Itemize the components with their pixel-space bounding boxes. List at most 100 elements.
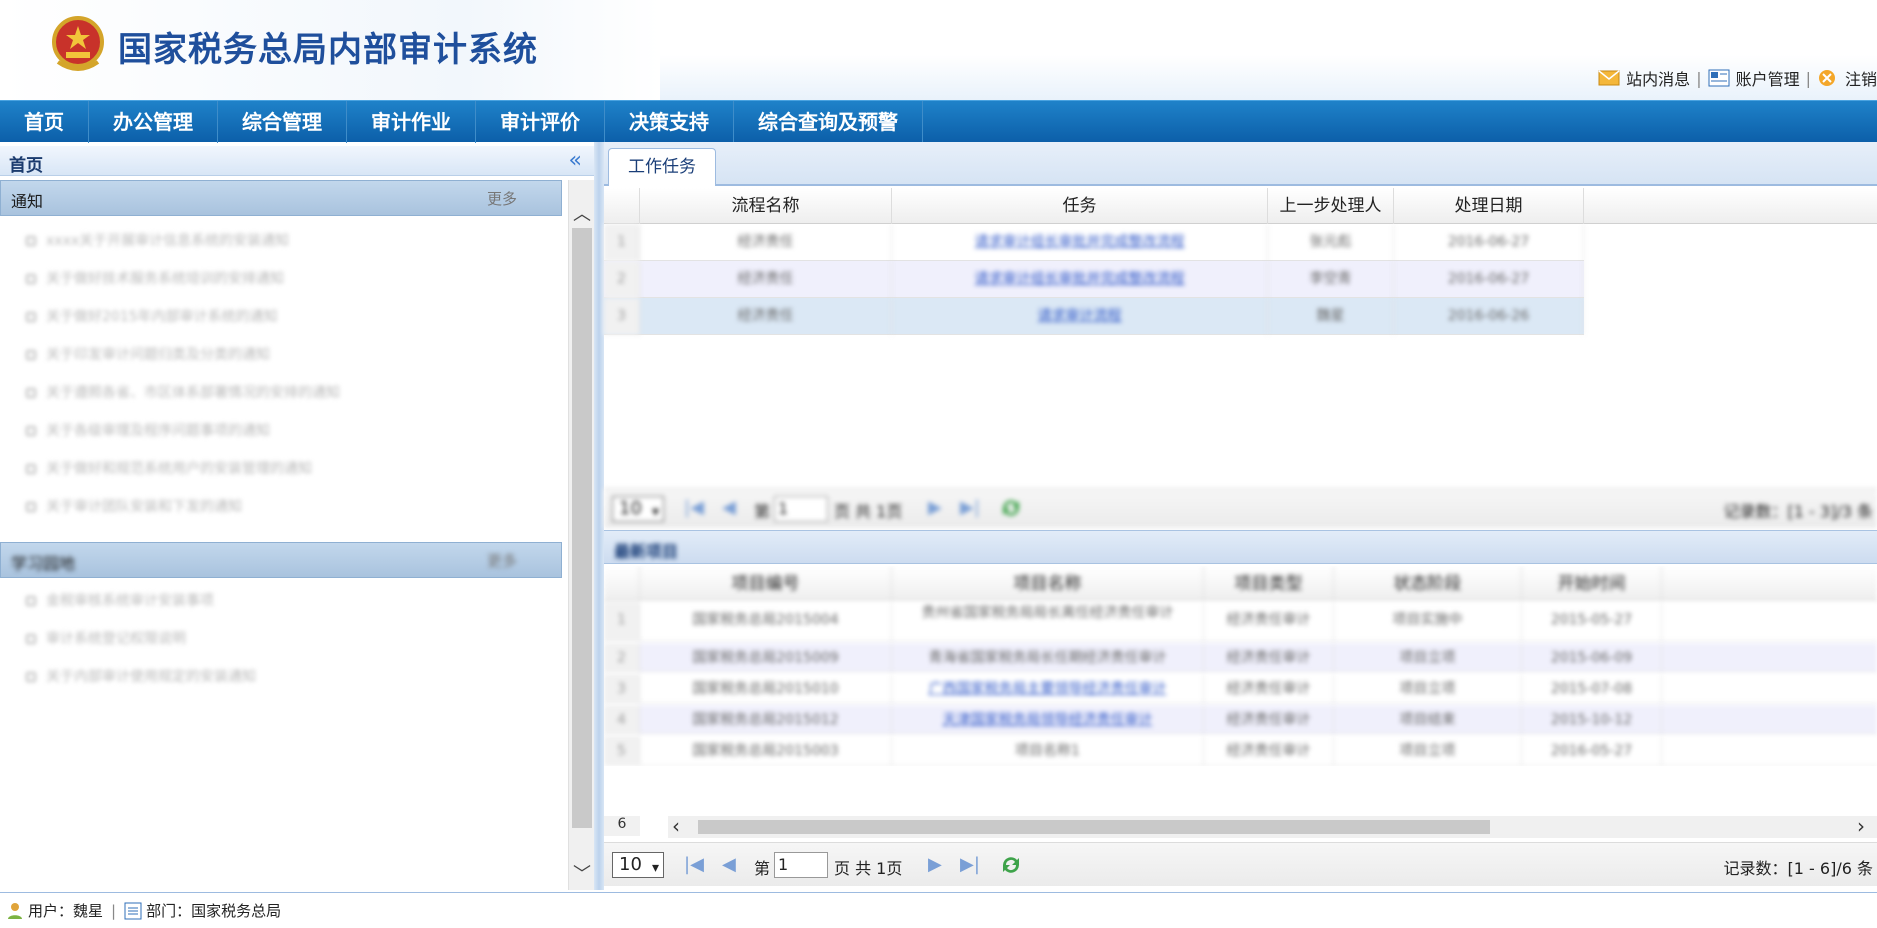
table-row[interactable]: 1 经济责任 请求审计组长审批并完成整改流程 张元彪 2016-06-27	[604, 224, 1584, 261]
scroll-down-icon[interactable]: ﹀	[573, 860, 591, 886]
list-item[interactable]: xxxx关于开展审计信息系统的安装通知	[26, 222, 546, 260]
panel-splitter[interactable]	[594, 142, 604, 890]
left-panel-scrollbar[interactable]: ︿ ﹀	[568, 180, 594, 890]
nav-audit-evaluation[interactable]: 审计评价	[476, 101, 605, 143]
horizontal-scrollbar[interactable]: ‹ ›	[668, 816, 1877, 838]
date-cell: 2016-06-27	[1394, 261, 1584, 298]
column-header[interactable]: 项目类型	[1204, 566, 1334, 602]
column-header[interactable]: 处理日期	[1394, 188, 1584, 224]
project-link[interactable]: 天津国家税务局领导经济责任审计	[943, 712, 1153, 728]
list-item[interactable]: 关于做好技术服务系统培训的安排通知	[26, 260, 546, 298]
project-status-cell: 项目立项	[1334, 736, 1522, 766]
first-page-icon[interactable]: |◀	[684, 854, 704, 875]
list-item[interactable]: 关于遵照各省、市区体系部署情况的安排的通知	[26, 374, 546, 412]
project-code-cell: 国家税务总局2015012	[640, 705, 892, 735]
table-row[interactable]: 5 国家税务总局2015003 项目名称1 经济责任审计 项目立项 2016-0…	[604, 736, 1877, 766]
refresh-icon[interactable]	[998, 495, 1024, 521]
table-row[interactable]: 3 经济责任 请求审计流程 魏星 2016-06-26	[604, 298, 1584, 335]
project-type-cell: 经济责任审计	[1204, 736, 1334, 766]
nav-audit-work[interactable]: 审计作业	[347, 101, 476, 143]
list-item[interactable]: 关于各级审理及程序问题事项的通知	[26, 412, 546, 450]
project-name-cell: 项目名称1	[892, 736, 1204, 766]
last-page-icon[interactable]: ▶|	[960, 497, 980, 518]
project-section-title: 最新项目	[614, 542, 679, 561]
learning-more-link[interactable]: 更多	[487, 550, 517, 571]
table-row[interactable]: 1 国家税务总局2015004 贵州省国家税务局局长离任经济责任审计 经济责任审…	[604, 602, 1877, 642]
prev-page-icon[interactable]: ◀	[722, 497, 736, 518]
page-total-label: 页 共 1页	[834, 859, 903, 878]
page-size-select[interactable]: 10 ▾	[612, 852, 664, 878]
nav-office[interactable]: 办公管理	[89, 101, 218, 143]
next-page-icon[interactable]: ▶	[928, 854, 942, 875]
list-item[interactable]: 金税审核系统审计安装事项	[26, 582, 546, 620]
column-header[interactable]: 流程名称	[640, 188, 892, 224]
notice-text: xxxx关于开展审计信息系统的安装通知	[46, 233, 290, 249]
scroll-up-icon[interactable]: ︿	[573, 200, 591, 226]
notice-text: 关于做好2015年内部审计系统的通知	[46, 309, 278, 325]
task-link[interactable]: 请求审计组长审批并完成整改流程	[975, 234, 1185, 250]
project-name-cell: 天津国家税务局领导经济责任审计	[892, 705, 1204, 735]
page-number-input[interactable]: 1	[774, 496, 828, 522]
table-row[interactable]: 2 国家税务总局2015009 青海省国家税务局长任期经济责任审计 经济责任审计…	[604, 643, 1877, 673]
previous-handler-cell: 李空青	[1268, 261, 1394, 298]
page-size-select[interactable]: 10 ▾	[612, 496, 664, 522]
list-item[interactable]: 关于印发审计问题归类及分类的通知	[26, 336, 546, 374]
list-item[interactable]: 关于内部审计使用规定的安装通知	[26, 658, 546, 696]
list-item[interactable]: 审计系统登记权限说明	[26, 620, 546, 658]
document-icon	[26, 312, 36, 322]
nav-home[interactable]: 首页	[0, 101, 89, 143]
current-user: 用户：魏星	[28, 902, 104, 920]
column-header[interactable]: 上一步处理人	[1268, 188, 1394, 224]
learning-text: 审计系统登记权限说明	[46, 631, 186, 647]
notice-section-title: 通知	[11, 192, 44, 211]
previous-handler-cell: 魏星	[1268, 298, 1394, 335]
task-link[interactable]: 请求审计流程	[1038, 308, 1122, 324]
nav-general[interactable]: 综合管理	[218, 101, 347, 143]
row-number: 2	[604, 261, 640, 298]
table-row[interactable]: 2 经济责任 请求审计组长审批并完成整改流程 李空青 2016-06-27	[604, 261, 1584, 298]
refresh-icon[interactable]	[998, 852, 1024, 878]
notice-more-link[interactable]: 更多	[487, 188, 517, 209]
column-header[interactable]: 状态阶段	[1334, 566, 1522, 602]
column-header[interactable]: 开始时间	[1522, 566, 1662, 602]
scroll-left-icon[interactable]: ‹	[672, 816, 680, 836]
task-link[interactable]: 请求审计组长审批并完成整改流程	[975, 271, 1185, 287]
tab-work-tasks[interactable]: 工作任务	[608, 148, 716, 186]
date-cell: 2016-06-27	[1394, 224, 1584, 261]
next-page-icon[interactable]: ▶	[928, 497, 942, 518]
project-status-cell: 项目结束	[1334, 705, 1522, 735]
project-status-cell: 项目实施中	[1334, 602, 1522, 642]
list-item[interactable]: 关于审计团队安装和下发的通知	[26, 488, 546, 526]
document-icon	[26, 634, 36, 644]
table-row[interactable]: 3 国家税务总局2015010 广西国家税务局主要领导经济责任审计 经济责任审计…	[604, 674, 1877, 704]
account-management-link[interactable]: 账户管理	[1708, 66, 1800, 90]
row-number: 1	[604, 224, 640, 261]
project-name-cell: 青海省国家税务局长任期经济责任审计	[892, 643, 1204, 673]
document-icon	[26, 388, 36, 398]
collapse-icon[interactable]: «	[569, 148, 582, 173]
prev-page-icon[interactable]: ◀	[722, 854, 736, 875]
last-page-icon[interactable]: ▶|	[960, 854, 980, 875]
project-link[interactable]: 广西国家税务局主要领导经济责任审计	[929, 681, 1167, 697]
row-number: 6	[604, 816, 640, 836]
notice-text: 关于审计团队安装和下发的通知	[46, 499, 242, 515]
list-item[interactable]: 关于做好2015年内部审计系统的通知	[26, 298, 546, 336]
document-icon	[26, 502, 36, 512]
messages-link[interactable]: 站内消息	[1598, 66, 1690, 90]
project-code-cell: 国家税务总局2015004	[640, 602, 892, 642]
nav-decision-support[interactable]: 决策支持	[605, 101, 734, 143]
first-page-icon[interactable]: |◀	[684, 497, 704, 518]
page-number-input[interactable]: 1	[774, 852, 828, 878]
column-header[interactable]: 项目名称	[892, 566, 1204, 602]
project-grid-pager: 10 ▾ |◀ ◀ 第 1 页 共 1页 ▶ ▶| 记录数：[1 - 6]/6 条	[604, 842, 1877, 886]
scroll-right-icon[interactable]: ›	[1857, 816, 1865, 836]
scrollbar-thumb[interactable]	[698, 820, 1490, 834]
scrollbar-thumb[interactable]	[572, 228, 592, 828]
nav-query-warning[interactable]: 综合查询及预警	[734, 101, 923, 143]
column-header[interactable]: 项目编号	[640, 566, 892, 602]
table-row[interactable]: 4 国家税务总局2015012 天津国家税务局领导经济责任审计 经济责任审计 项…	[604, 705, 1877, 735]
project-name-cell: 贵州省国家税务局局长离任经济责任审计	[892, 602, 1204, 642]
logout-link[interactable]: 注销	[1817, 66, 1877, 90]
list-item[interactable]: 关于做好和规范系统用户的安装管理的通知	[26, 450, 546, 488]
column-header[interactable]: 任务	[892, 188, 1268, 224]
